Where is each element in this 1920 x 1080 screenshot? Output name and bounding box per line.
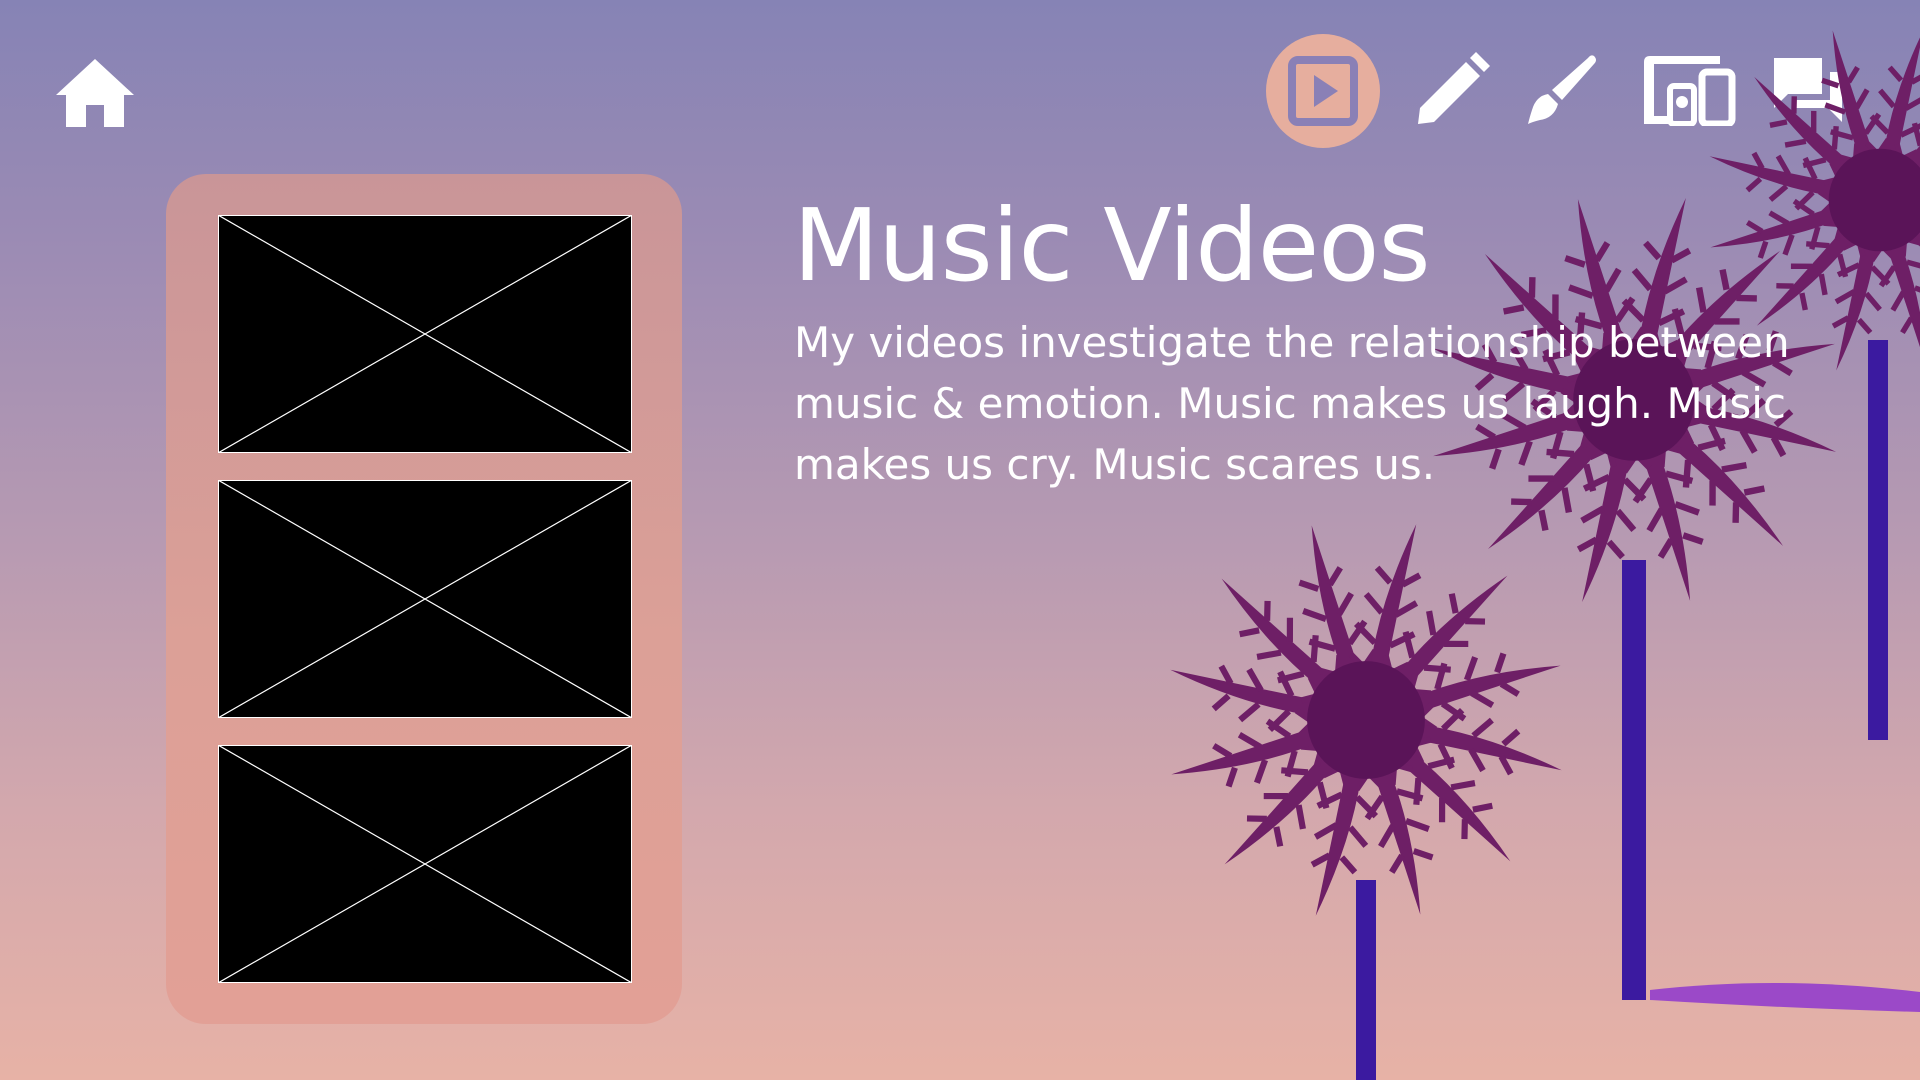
video-thumbnail-1[interactable]	[218, 215, 632, 453]
video-placeholder-icon	[218, 480, 632, 718]
pencil-icon	[1418, 52, 1490, 124]
paintbrush-icon	[1528, 55, 1596, 124]
home-icon	[56, 59, 134, 127]
palm-shadow	[1650, 982, 1920, 1012]
chat-bubbles-icon	[1774, 58, 1842, 122]
devices-icon	[1644, 56, 1736, 126]
home-button[interactable]	[54, 52, 136, 134]
video-thumbnail-3[interactable]	[218, 745, 632, 983]
palm-crown	[1163, 517, 1569, 923]
nav-devices-button[interactable]	[1640, 50, 1736, 130]
page-title: Music Videos	[793, 187, 1431, 304]
video-placeholder-icon	[218, 215, 632, 453]
play-video-icon	[1288, 56, 1358, 126]
nav-contact-button[interactable]	[1768, 50, 1848, 130]
palm-trunk	[1356, 880, 1376, 1080]
video-thumbnail-2[interactable]	[218, 480, 632, 718]
palm-trunk	[1622, 560, 1646, 1000]
nav-art-button[interactable]	[1522, 50, 1602, 130]
nav-writing-button[interactable]	[1412, 50, 1492, 130]
page-description: My videos investigate the relationship b…	[794, 318, 1790, 489]
nav-videos-button[interactable]	[1283, 51, 1363, 131]
video-placeholder-icon	[218, 745, 632, 983]
